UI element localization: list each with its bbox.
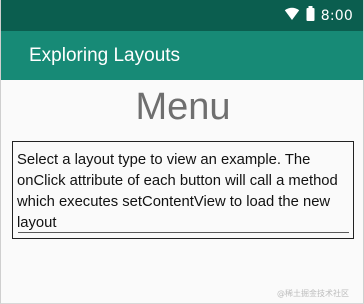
status-time: 8:00 [320, 7, 353, 24]
page-title: Menu [135, 86, 231, 128]
divider-line [18, 232, 349, 233]
wifi-icon [284, 7, 300, 25]
description-box: Select a layout type to view an example.… [12, 141, 354, 239]
description-text: Select a layout type to view an example.… [17, 152, 338, 231]
battery-icon [306, 6, 315, 25]
status-bar: 8:00 [1, 0, 363, 31]
app-bar: Exploring Layouts [1, 31, 363, 80]
watermark: @稀土掘金技术社区 [277, 289, 349, 298]
app-title: Exploring Layouts [29, 45, 181, 66]
phone-screen: 8:00 Exploring Layouts Menu Select a lay… [0, 0, 364, 304]
status-icons: 8:00 [284, 6, 353, 25]
